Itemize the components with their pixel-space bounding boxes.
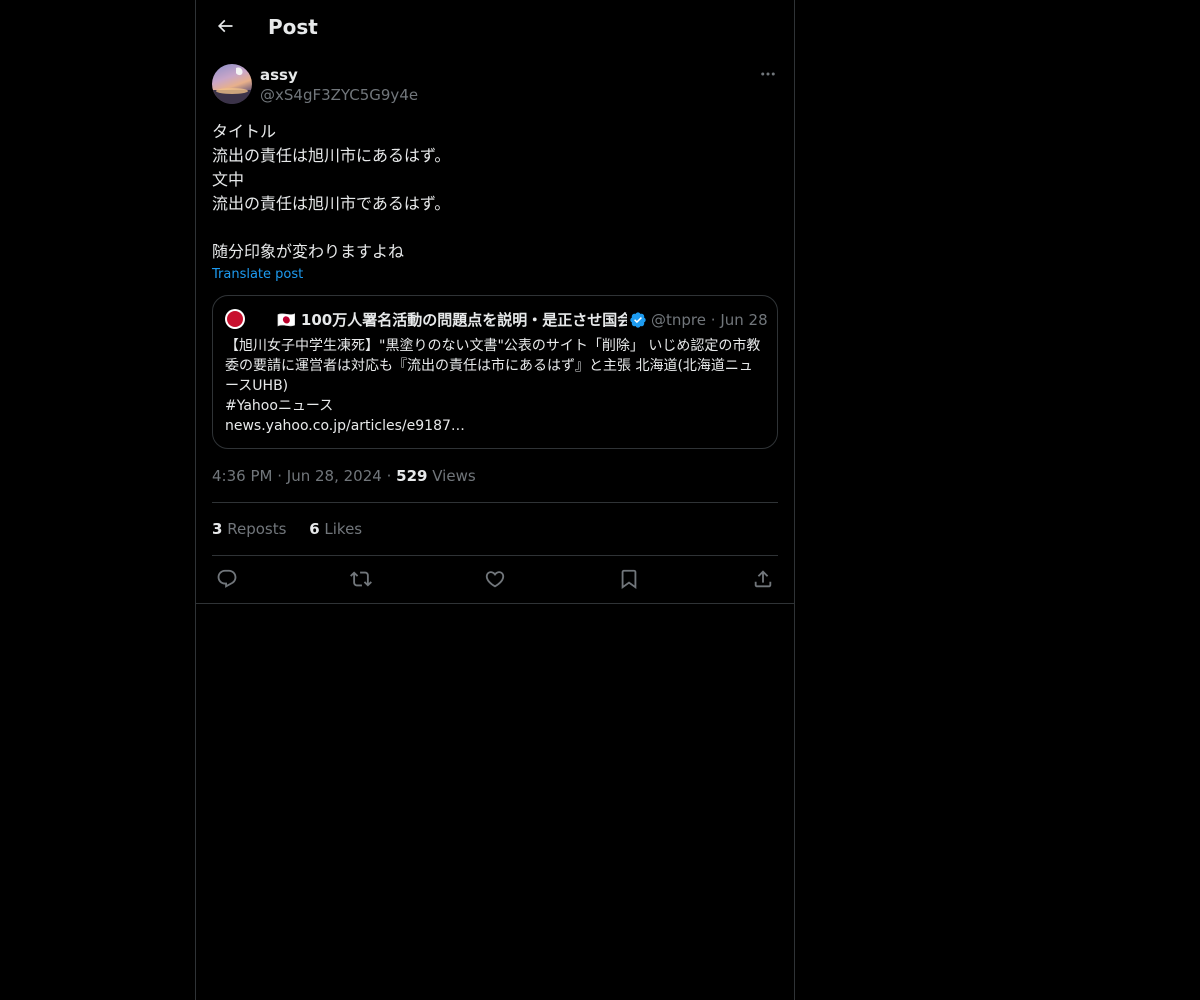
timestamp-separator: · [277, 467, 283, 485]
post-date[interactable]: Jun 28, 2024 [287, 467, 382, 485]
reposts-count: 3 [212, 520, 223, 538]
page-header: Post [196, 0, 794, 54]
likes-stat[interactable]: 6 Likes [309, 519, 362, 539]
arrow-left-icon [217, 19, 233, 33]
quoted-post[interactable]: 🇯🇵 100万人署名活動の問題点を説明・是正させ国会に請 @tnpre · Ju… [212, 295, 778, 449]
reposts-stat[interactable]: 3 Reposts [212, 519, 286, 539]
post-text: タイトル 流出の責任は旭川市にあるはず。 文中 流出の責任は旭川市であるはず。 … [212, 122, 451, 261]
more-options-button[interactable] [758, 64, 778, 84]
quote-handle[interactable]: @tnpre [651, 311, 706, 329]
divider [212, 502, 778, 503]
author-handle[interactable]: @xS4gF3ZYC5G9y4e [260, 85, 418, 105]
back-button[interactable] [208, 9, 242, 43]
like-button[interactable] [480, 566, 510, 592]
timestamp-separator: · [386, 467, 392, 485]
action-bar [212, 566, 778, 592]
share-button[interactable] [748, 566, 778, 592]
quote-display-name[interactable]: 🇯🇵 100万人署名活動の問題点を説明・是正させ国会に請 [277, 310, 627, 330]
quote-separator: · [710, 311, 716, 329]
page-title: Post [268, 15, 318, 39]
repost-button[interactable] [346, 566, 376, 592]
quote-meta: @tnpre · Jun 28 [651, 310, 768, 330]
reply-button[interactable] [212, 566, 242, 592]
divider [196, 603, 794, 604]
bookmark-button[interactable] [614, 566, 644, 592]
bookmark-icon [621, 569, 637, 590]
verified-badge-icon [630, 312, 646, 328]
post-timestamp-row: 4:36 PM · Jun 28, 2024 · 529 Views [212, 466, 476, 486]
avatar-image [212, 67, 252, 104]
views-label: Views [432, 467, 476, 485]
quote-avatar-image [227, 311, 243, 327]
avatar[interactable] [212, 64, 252, 104]
translate-post-link[interactable]: Translate post [212, 266, 303, 284]
main-column: Post assy @xS4gF3ZYC5G9y4e タイトル 流出の責任は旭川… [195, 0, 795, 1000]
reposts-label: Reposts [227, 520, 287, 538]
quote-avatar[interactable] [225, 309, 245, 329]
views-count: 529 [396, 467, 428, 485]
divider [212, 555, 778, 556]
more-horizontal-icon [761, 72, 775, 76]
quote-text: 【旭川女子中学生凍死】"黒塗りのない文書"公表のサイト「削除」 いじめ認定の市教… [225, 338, 761, 434]
likes-count: 6 [309, 520, 320, 538]
reply-icon [217, 569, 237, 588]
likes-label: Likes [324, 520, 363, 538]
repost-icon [350, 571, 372, 587]
post-time[interactable]: 4:36 PM [212, 467, 272, 485]
share-icon [754, 570, 772, 588]
engagement-stats: 3 Reposts 6 Likes [212, 519, 380, 539]
quote-date[interactable]: Jun 28 [720, 311, 767, 329]
author-display-name[interactable]: assy [260, 65, 298, 85]
heart-icon [485, 571, 505, 588]
